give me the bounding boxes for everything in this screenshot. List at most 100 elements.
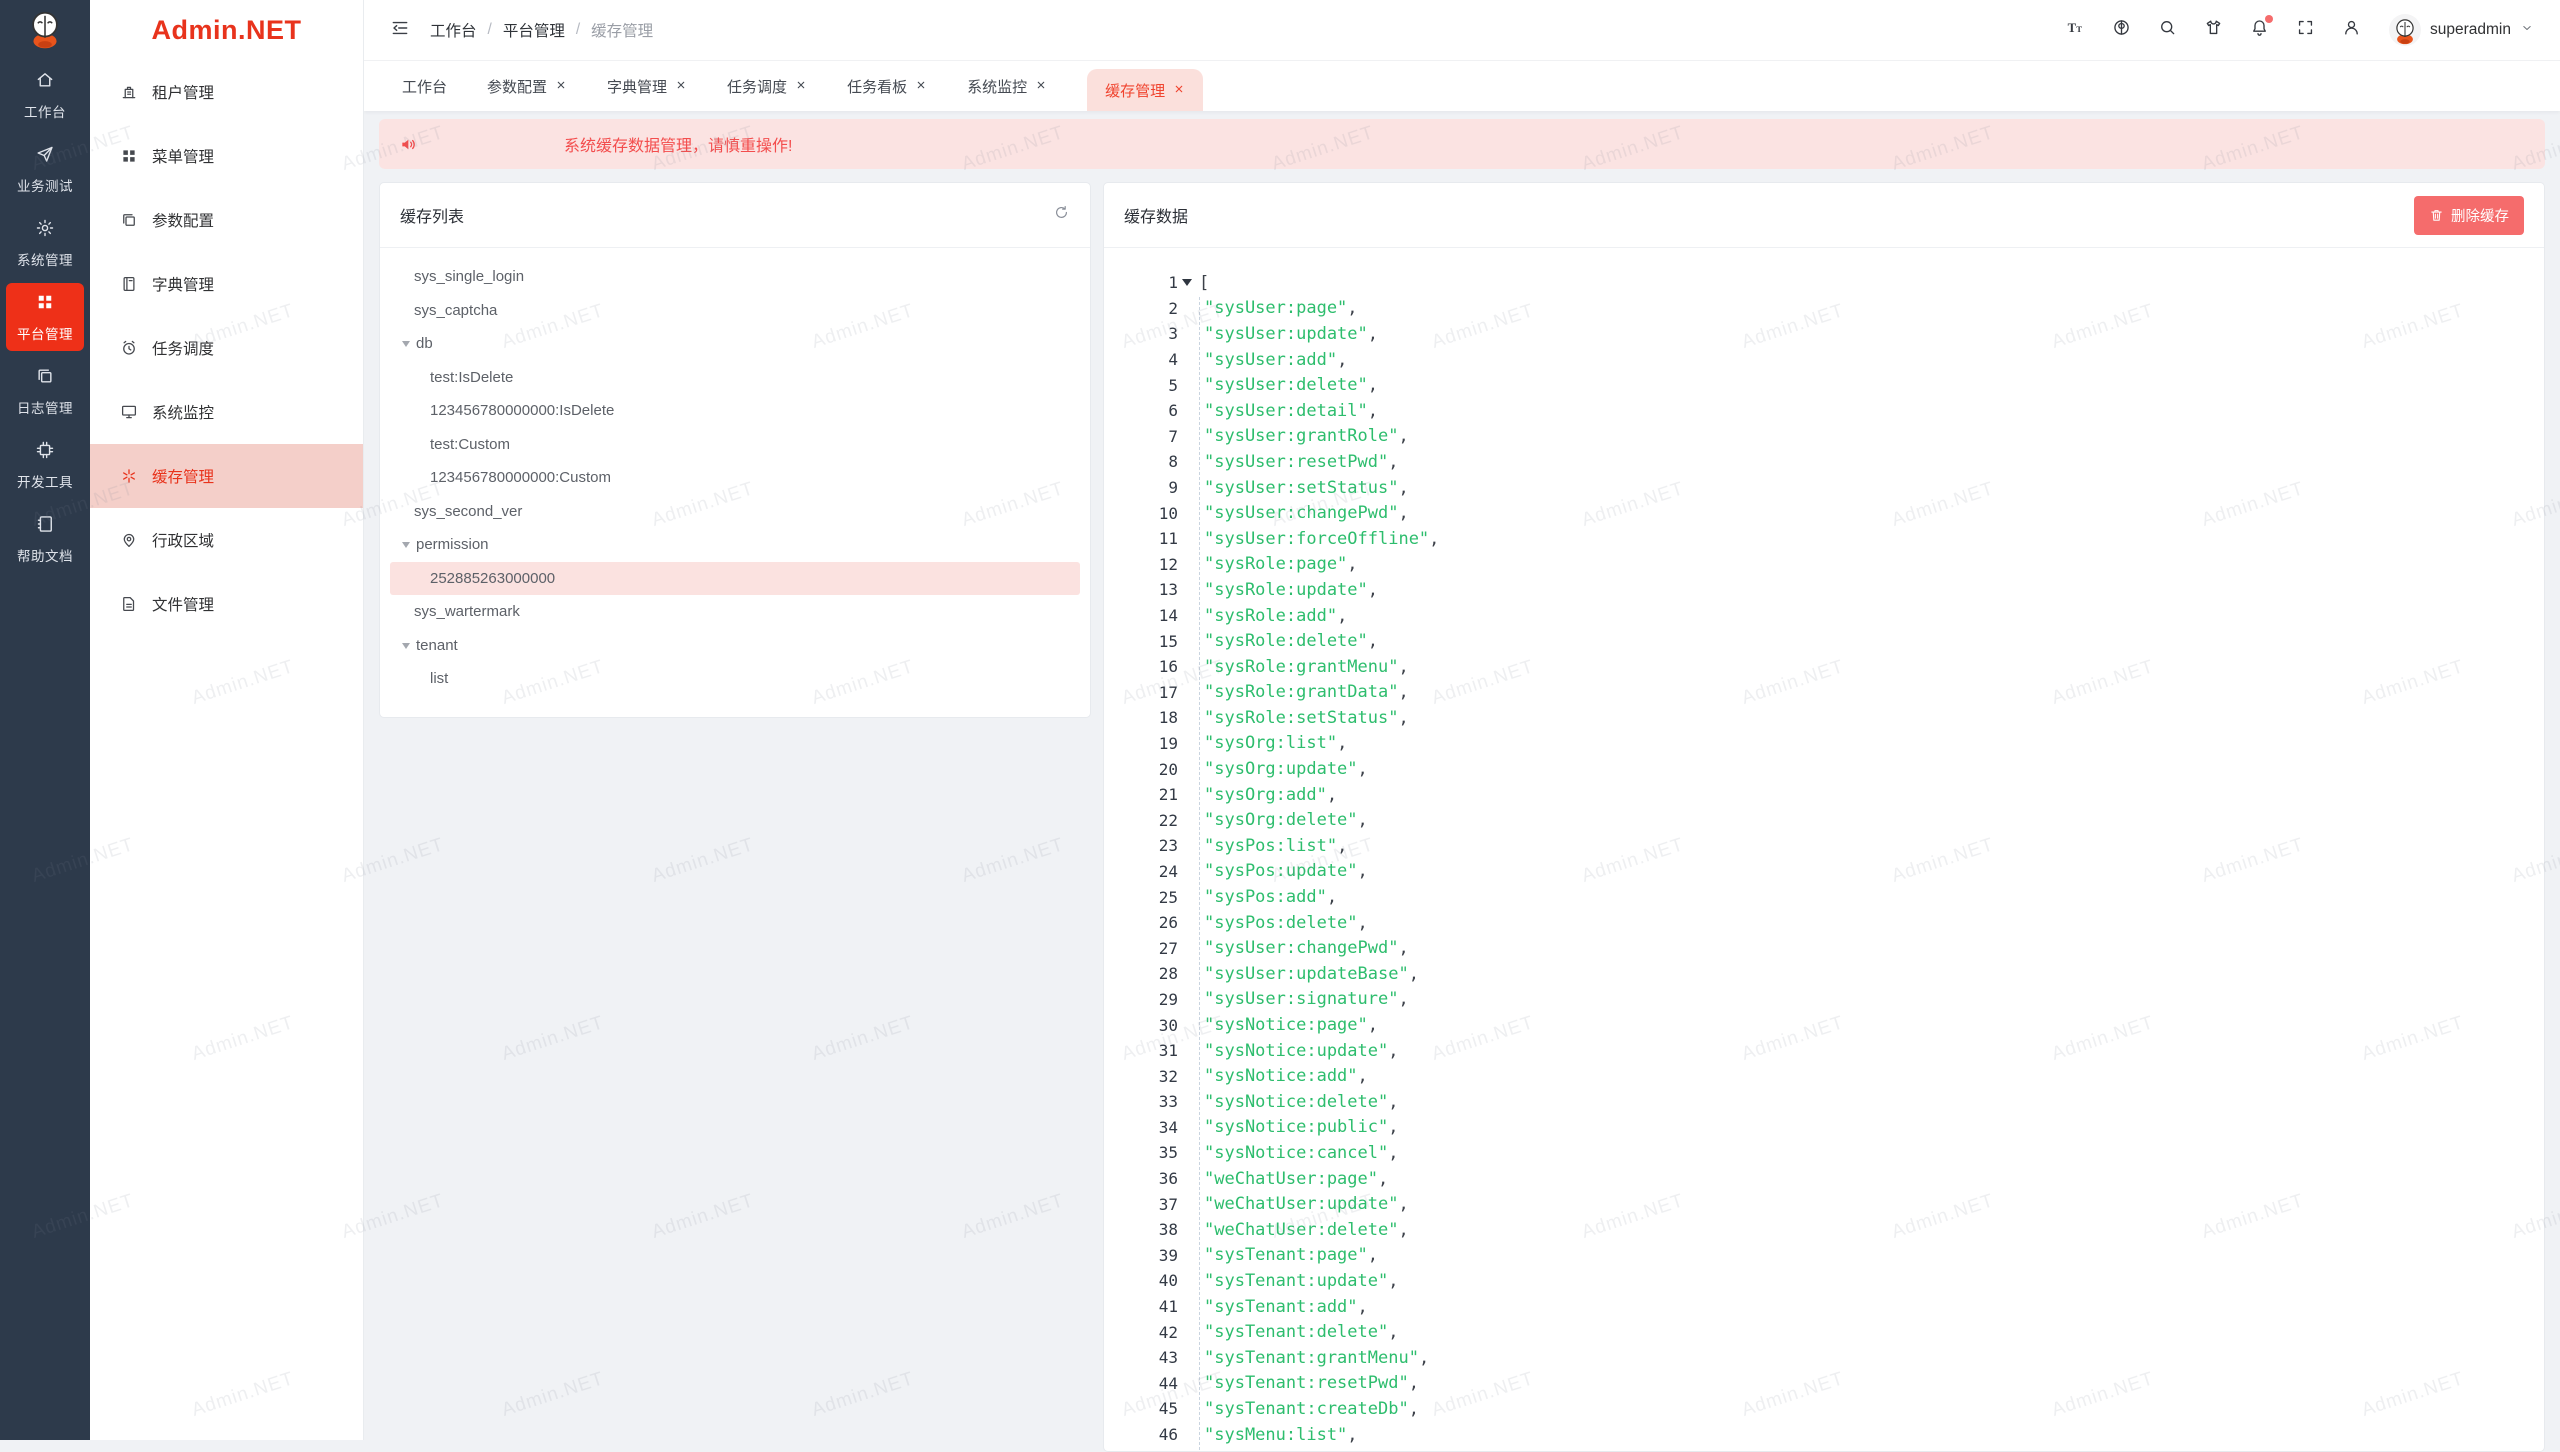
caret-down-icon[interactable]: [402, 542, 410, 552]
editor-lines: 1[2"sysUser:page",3"sysUser:update",4"sy…: [1104, 270, 2544, 1451]
top-header: 工作台/平台管理/缓存管理 TT superadmin: [364, 0, 2560, 61]
sidebar-item-cache[interactable]: 缓存管理: [90, 444, 363, 508]
action-fullscreen[interactable]: [2296, 18, 2315, 42]
editor-line: 19"sysOrg:list",: [1104, 731, 2544, 757]
rail-item-docs[interactable]: 帮助文档: [6, 505, 84, 573]
send-icon: [35, 144, 55, 164]
home-icon: [35, 70, 55, 90]
editor-line: 11"sysUser:forceOffline",: [1104, 526, 2544, 552]
action-notifications[interactable]: [2250, 18, 2269, 42]
editor-line: 12"sysRole:page",: [1104, 552, 2544, 578]
cache-tree: sys_single_loginsys_captchadb test:IsDele…: [380, 248, 1090, 696]
tab-dict[interactable]: 字典管理: [607, 61, 687, 111]
tab-close-icon[interactable]: [915, 78, 927, 95]
action-font-size[interactable]: TT: [2066, 18, 2085, 42]
sidebar-item-monitor[interactable]: 系统监控: [90, 380, 363, 444]
sidebar-item-config[interactable]: 参数配置: [90, 188, 363, 252]
action-theme[interactable]: [2204, 18, 2223, 42]
code-text: "sysOrg:delete",: [1204, 810, 1368, 830]
tree-node-label: test:IsDelete: [430, 369, 513, 386]
sidebar-item-dict[interactable]: 字典管理: [90, 252, 363, 316]
sidebar-item-schedule[interactable]: 任务调度: [90, 316, 363, 380]
tab-schedule[interactable]: 任务调度: [727, 61, 807, 111]
tab-cache[interactable]: 缓存管理: [1087, 69, 1203, 111]
tab-close-icon[interactable]: [1035, 78, 1047, 95]
rail-item-label: 日志管理: [6, 397, 84, 417]
tree-node-test-custom[interactable]: test:Custom: [390, 428, 1080, 462]
rail-item-platform[interactable]: 平台管理: [6, 283, 84, 351]
rail-item-workbench[interactable]: 工作台: [6, 61, 84, 129]
search-icon: [2158, 18, 2177, 37]
tree-node-db[interactable]: db: [390, 327, 1080, 361]
tree-node-permission[interactable]: permission: [390, 528, 1080, 562]
rail-item-logs[interactable]: 日志管理: [6, 357, 84, 425]
code-text: "sysRole:setStatus",: [1204, 708, 1409, 728]
breadcrumb-item[interactable]: 平台管理: [503, 19, 565, 41]
tree-node-252885263000000[interactable]: 252885263000000: [390, 562, 1080, 596]
user-menu[interactable]: superadmin: [2389, 14, 2534, 46]
main-area: 工作台/平台管理/缓存管理 TT superadmin 工作台参数配置字典管理任…: [364, 0, 2560, 1440]
code-text: "sysNotice:public",: [1204, 1117, 1398, 1137]
tab-label: 任务看板: [847, 76, 907, 97]
line-number: 30: [1104, 1016, 1204, 1035]
tab-config[interactable]: 参数配置: [487, 61, 567, 111]
tab-monitor[interactable]: 系统监控: [967, 61, 1047, 111]
line-number: 33: [1104, 1092, 1204, 1111]
alarm-icon: [120, 339, 138, 357]
tree-node-tenant[interactable]: tenant: [390, 629, 1080, 663]
editor-line: 32"sysNotice:add",: [1104, 1063, 2544, 1089]
rail-item-devtools[interactable]: 开发工具: [6, 431, 84, 499]
collapse-sidebar-icon[interactable]: [390, 18, 410, 43]
action-profile[interactable]: [2342, 18, 2361, 42]
sparkle-icon: [120, 467, 138, 485]
tree-node-sys-wartermark[interactable]: sys_wartermark: [390, 595, 1080, 629]
code-text: "sysOrg:add",: [1204, 785, 1337, 805]
tab-close-icon[interactable]: [795, 78, 807, 95]
json-editor[interactable]: 1[2"sysUser:page",3"sysUser:update",4"sy…: [1104, 248, 2544, 1451]
caret-down-icon[interactable]: [402, 643, 410, 653]
tree-node-sys-captcha[interactable]: sys_captcha: [390, 294, 1080, 328]
editor-line: 29"sysUser:signature",: [1104, 987, 2544, 1013]
code-text: "sysPos:add",: [1204, 887, 1337, 907]
notification-badge: [2265, 15, 2273, 23]
sidebar-item-file[interactable]: 文件管理: [90, 572, 363, 636]
tree-node-123456780000000-custom[interactable]: 123456780000000:Custom: [390, 461, 1080, 495]
sidebar-item-menu[interactable]: 菜单管理: [90, 124, 363, 188]
line-number: 26: [1104, 913, 1204, 932]
tree-node-test-isdelete[interactable]: test:IsDelete: [390, 361, 1080, 395]
tree-node-list[interactable]: list: [390, 662, 1080, 696]
rail-item-business-test[interactable]: 业务测试: [6, 135, 84, 203]
tree-node-sys-single-login[interactable]: sys_single_login: [390, 260, 1080, 294]
editor-line: 25"sysPos:add",: [1104, 884, 2544, 910]
tree-node-sys-second-ver[interactable]: sys_second_ver: [390, 495, 1080, 529]
tab-workbench[interactable]: 工作台: [402, 61, 447, 111]
line-number: 13: [1104, 580, 1204, 599]
tree-node-123456780000000-isdelete[interactable]: 123456780000000:IsDelete: [390, 394, 1080, 428]
sidebar-item-tenant[interactable]: 租户管理: [90, 60, 363, 124]
code-text: "weChatUser:update",: [1204, 1194, 1409, 1214]
delete-cache-button[interactable]: 删除缓存: [2414, 196, 2524, 235]
editor-line: 26"sysPos:delete",: [1104, 910, 2544, 936]
editor-line: 10"sysUser:changePwd",: [1104, 500, 2544, 526]
editor-line: 30"sysNotice:page",: [1104, 1012, 2544, 1038]
fold-caret-icon[interactable]: [1182, 279, 1192, 291]
code-text: "sysUser:detail",: [1204, 401, 1378, 421]
breadcrumb-item[interactable]: 工作台: [430, 19, 477, 41]
action-language[interactable]: [2112, 18, 2131, 42]
tab-close-icon[interactable]: [555, 78, 567, 95]
line-number: 27: [1104, 939, 1204, 958]
action-search[interactable]: [2158, 18, 2177, 42]
tree-node-label: db: [416, 335, 433, 352]
refresh-icon[interactable]: [1053, 204, 1070, 226]
caret-down-icon[interactable]: [402, 341, 410, 351]
sidebar-item-region[interactable]: 行政区域: [90, 508, 363, 572]
tab-close-icon[interactable]: [675, 78, 687, 95]
tab-label: 系统监控: [967, 76, 1027, 97]
tab-close-icon[interactable]: [1173, 82, 1185, 99]
line-number: 5: [1104, 376, 1204, 395]
menu-grid-icon: [120, 147, 138, 165]
code-text: "sysUser:resetPwd",: [1204, 452, 1398, 472]
rail-item-system[interactable]: 系统管理: [6, 209, 84, 277]
tab-task-board[interactable]: 任务看板: [847, 61, 927, 111]
svg-text:T: T: [2068, 21, 2077, 35]
